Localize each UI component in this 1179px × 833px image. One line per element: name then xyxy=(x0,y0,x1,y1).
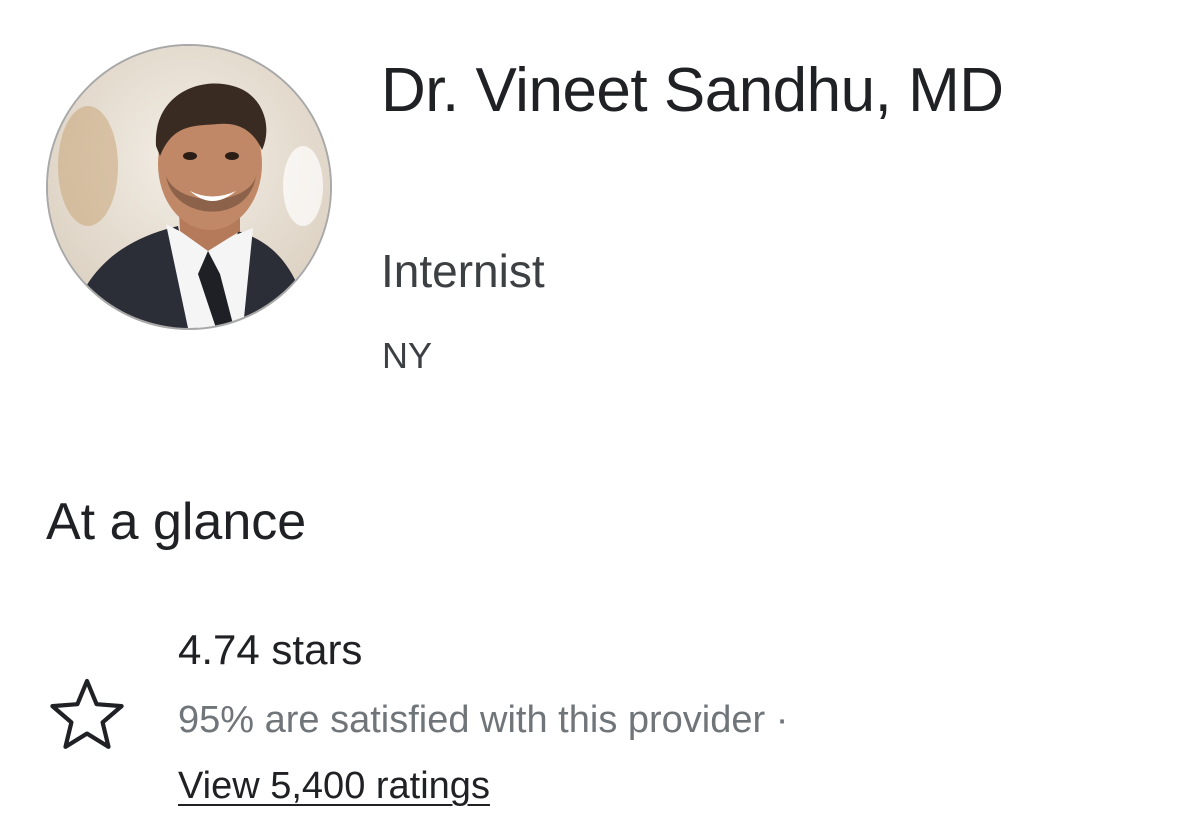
avatar-photo-icon xyxy=(48,46,330,328)
provider-location: NY xyxy=(382,335,433,376)
provider-name: Dr. Vineet Sandhu, MD xyxy=(381,56,1004,125)
provider-card: Dr. Vineet Sandhu, MD Internist NY At a … xyxy=(0,0,1179,833)
at-a-glance-heading: At a glance xyxy=(46,493,307,551)
view-ratings-link[interactable]: View 5,400 ratings xyxy=(178,762,490,810)
satisfaction-text: 95% are satisfied with this provider · xyxy=(178,699,789,741)
avatar xyxy=(46,44,332,330)
star-outline-icon xyxy=(50,678,124,749)
rating-value: 4.74 stars xyxy=(178,626,363,673)
provider-specialty: Internist xyxy=(381,245,545,297)
